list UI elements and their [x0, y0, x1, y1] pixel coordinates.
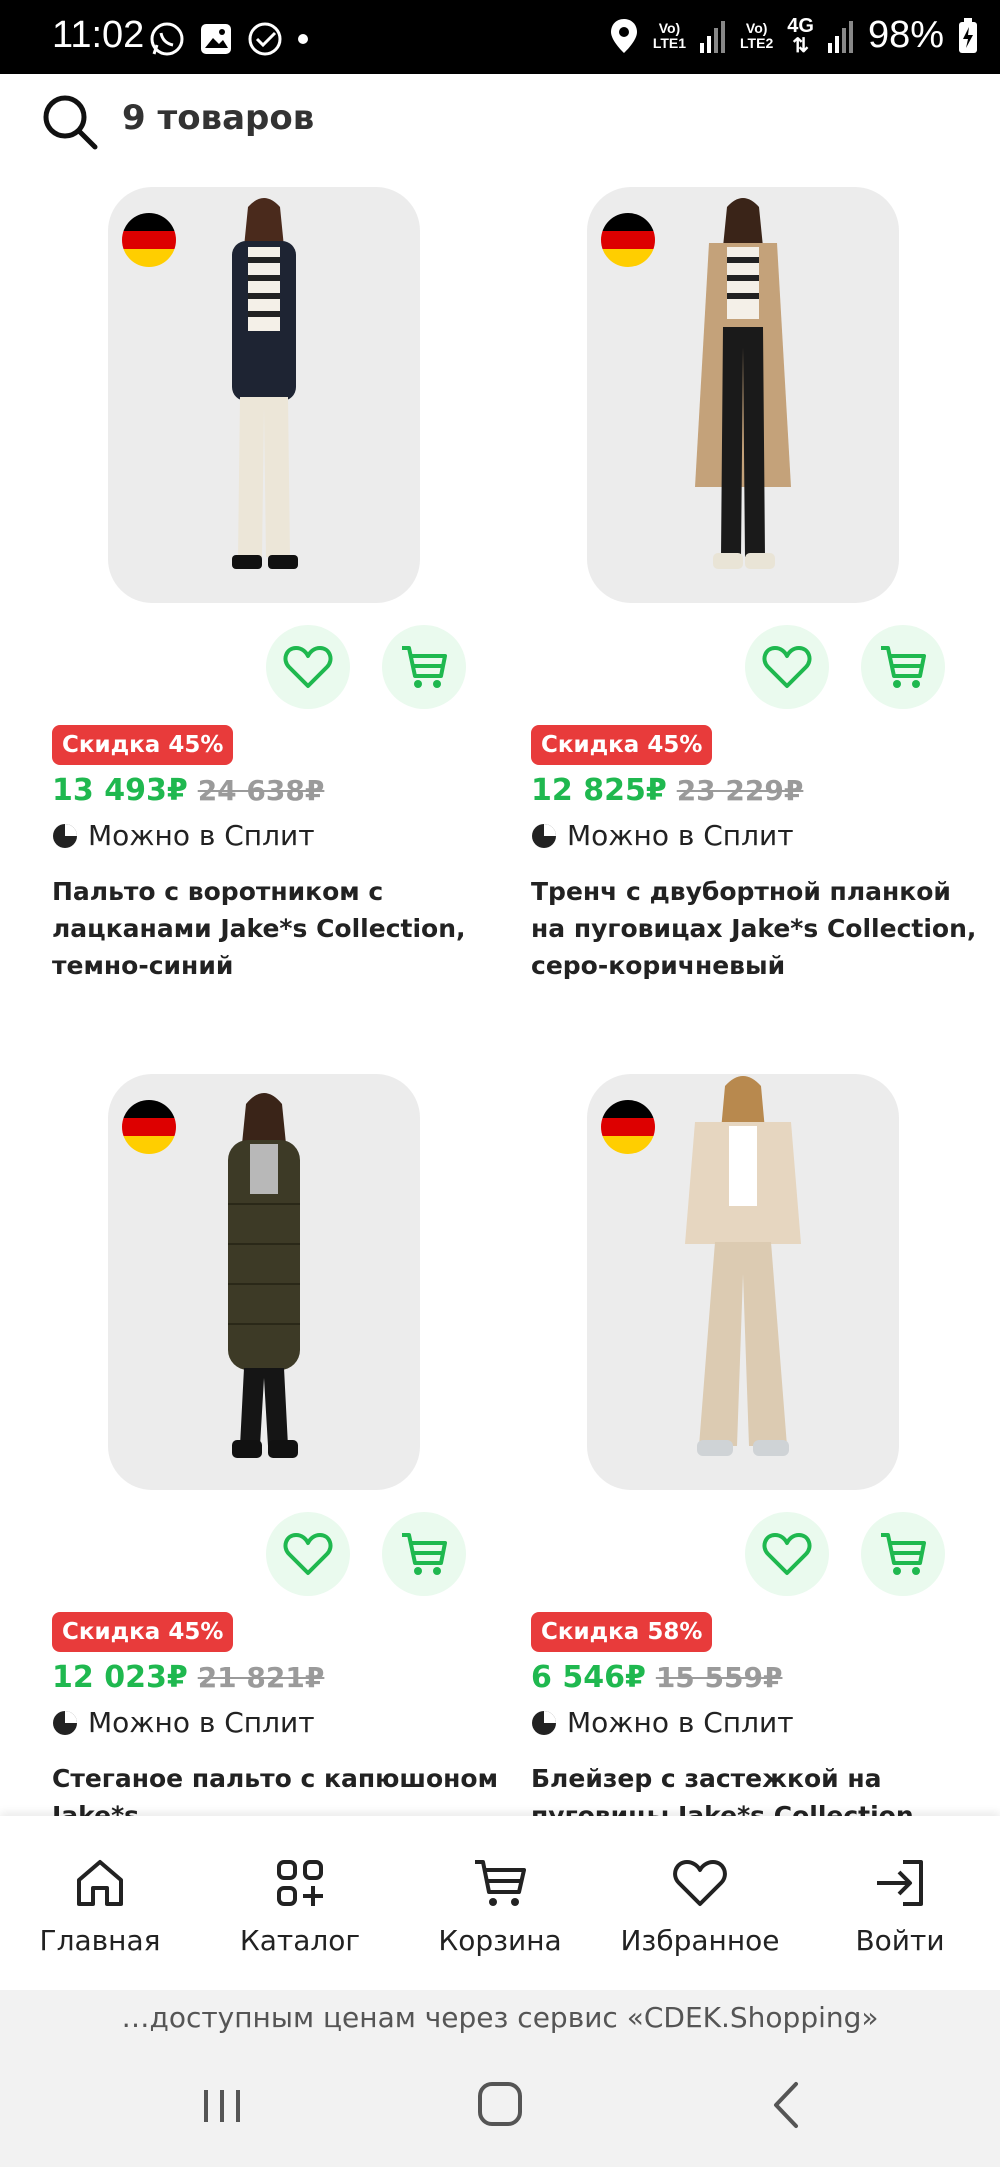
- status-bar: 11:02 Vo) LTE1 Vo) LTE2 4G ⇅ 98%: [0, 0, 1000, 74]
- germany-flag-icon: [601, 1100, 655, 1154]
- check-circle-icon: [248, 22, 282, 56]
- split-icon: [53, 1710, 77, 1735]
- price-old: 23 229₽: [676, 774, 804, 807]
- heart-icon: [762, 646, 812, 688]
- price-old: 24 638₽: [197, 774, 325, 807]
- heart-icon: [673, 1860, 727, 1906]
- signal-2-icon: [827, 20, 853, 53]
- cart-icon: [402, 646, 447, 688]
- price-current: 13 493₽: [52, 773, 188, 808]
- search-icon[interactable]: [40, 92, 100, 152]
- favorite-button[interactable]: [745, 625, 829, 709]
- network-1-label: Vo) LTE1: [652, 19, 687, 51]
- split-icon: [532, 823, 556, 848]
- tab-label: Корзина: [438, 1924, 562, 1957]
- split-icon: [53, 823, 77, 848]
- tab-login[interactable]: Войти: [805, 1816, 995, 1990]
- network-2-label: Vo) LTE2: [740, 19, 774, 51]
- network-gen-label: 4G ⇅: [787, 14, 814, 57]
- price-row: 6 546₽ 15 559₽: [531, 1660, 782, 1695]
- price-row: 12 023₽ 21 821₽: [52, 1660, 324, 1695]
- price-row: 12 825₽ 23 229₽: [531, 773, 803, 808]
- cart-icon: [402, 1533, 447, 1575]
- catalog-icon: [277, 1860, 323, 1906]
- germany-flag-icon: [122, 1100, 176, 1154]
- price-current: 12 023₽: [52, 1660, 188, 1695]
- cart-icon: [475, 1860, 526, 1906]
- discount-badge: Скидка 58%: [531, 1612, 713, 1652]
- add-to-cart-button[interactable]: [382, 1512, 466, 1596]
- germany-flag-icon: [601, 213, 655, 267]
- add-to-cart-button[interactable]: [861, 625, 945, 709]
- heart-icon: [762, 1533, 812, 1575]
- product-title[interactable]: Пальто с воротником с лацканами Jake*s C…: [52, 873, 502, 984]
- split-icon: [532, 1710, 556, 1735]
- split-row: Можно в Сплит: [52, 819, 315, 852]
- split-row: Можно в Сплит: [52, 1706, 315, 1739]
- heart-icon: [283, 646, 333, 688]
- battery-charging-icon: [959, 17, 977, 53]
- home-nav-icon[interactable]: [478, 2082, 522, 2126]
- price-old: 15 559₽: [655, 1661, 783, 1694]
- price-row: 13 493₽ 24 638₽: [52, 773, 324, 808]
- system-nav-bar: [0, 2046, 1000, 2167]
- pants-shape: [699, 1242, 787, 1446]
- discount-badge: Скидка 45%: [531, 725, 713, 765]
- gallery-icon: [201, 24, 231, 54]
- login-icon: [877, 1860, 923, 1906]
- favorite-button[interactable]: [745, 1512, 829, 1596]
- price-current: 12 825₽: [531, 773, 667, 808]
- heart-icon: [283, 1533, 333, 1575]
- tab-home[interactable]: Главная: [5, 1816, 195, 1990]
- search-header: 9 товаров: [0, 74, 1000, 174]
- split-label: Можно в Сплит: [88, 1706, 315, 1739]
- notification-icons: [148, 20, 310, 58]
- tab-catalog[interactable]: Каталог: [205, 1816, 395, 1990]
- bottom-tab-bar: Главная Каталог Корзина Избранное Войти: [0, 1816, 1000, 1990]
- results-count: 9 товаров: [122, 98, 315, 138]
- discount-badge: Скидка 45%: [52, 725, 234, 765]
- product-image[interactable]: [108, 187, 420, 603]
- tab-label: Главная: [39, 1924, 161, 1957]
- product-image[interactable]: [587, 1074, 899, 1490]
- promo-banner[interactable]: …доступным ценам через сервис «CDEK.Shop…: [0, 1990, 1000, 2046]
- status-time: 11:02: [52, 14, 145, 56]
- split-label: Можно в Сплит: [567, 1706, 794, 1739]
- split-label: Можно в Сплит: [88, 819, 315, 852]
- home-icon: [77, 1860, 123, 1906]
- tab-cart[interactable]: Корзина: [405, 1816, 595, 1990]
- product-image[interactable]: [587, 187, 899, 603]
- product-image[interactable]: [108, 1074, 420, 1490]
- add-to-cart-button[interactable]: [382, 625, 466, 709]
- signal-1-icon: [700, 20, 726, 53]
- tab-label: Войти: [855, 1924, 945, 1957]
- split-row: Можно в Сплит: [531, 1706, 794, 1739]
- location-icon: [610, 18, 637, 53]
- split-label: Можно в Сплит: [567, 819, 794, 852]
- split-row: Можно в Сплит: [531, 819, 794, 852]
- tab-label: Избранное: [620, 1924, 780, 1957]
- favorite-button[interactable]: [266, 625, 350, 709]
- pants-shape: [240, 1368, 288, 1446]
- dot-icon: [298, 34, 308, 44]
- battery-percent: 98%: [867, 14, 944, 56]
- recents-icon[interactable]: [200, 2086, 244, 2126]
- tab-label: Каталог: [239, 1924, 361, 1957]
- cart-icon: [881, 1533, 926, 1575]
- back-icon[interactable]: [766, 2080, 806, 2130]
- germany-flag-icon: [122, 213, 176, 267]
- product-title[interactable]: Тренч с двубортной планкой на пуговицах …: [531, 873, 981, 984]
- favorite-button[interactable]: [266, 1512, 350, 1596]
- price-current: 6 546₽: [531, 1660, 646, 1695]
- status-indicators: Vo) LTE1 Vo) LTE2 4G ⇅ 98%: [609, 14, 978, 57]
- add-to-cart-button[interactable]: [861, 1512, 945, 1596]
- whatsapp-icon: [150, 22, 184, 56]
- discount-badge: Скидка 45%: [52, 1612, 234, 1652]
- price-old: 21 821₽: [197, 1661, 325, 1694]
- cart-icon: [881, 646, 926, 688]
- tab-favorites[interactable]: Избранное: [605, 1816, 795, 1990]
- pants-shape: [238, 397, 290, 557]
